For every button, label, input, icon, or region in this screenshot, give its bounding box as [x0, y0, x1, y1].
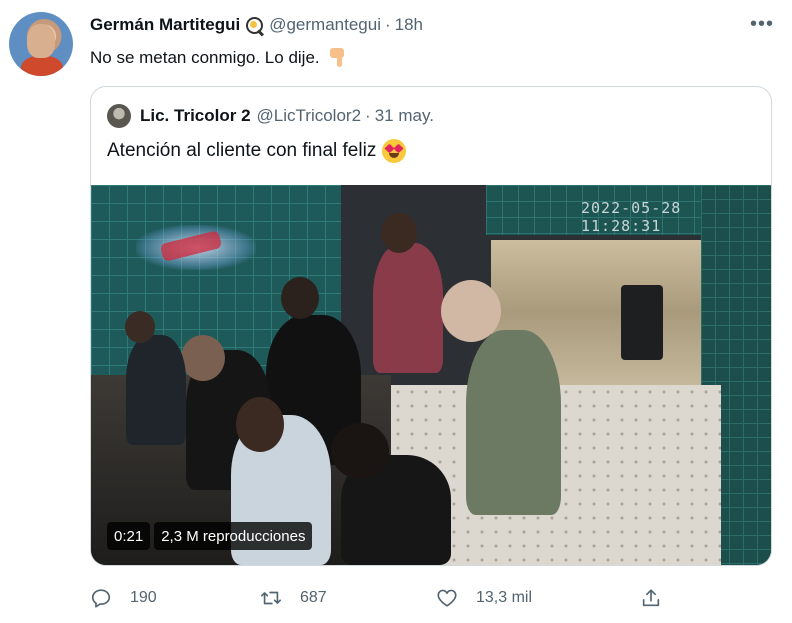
- heart-icon: [437, 589, 457, 607]
- author-avatar[interactable]: [9, 12, 73, 76]
- video-overlay-timestamp: 2022-05-28 11:28:31: [581, 199, 682, 235]
- tweet-header: Germán Martitegui @germantegui · 18h: [90, 13, 423, 37]
- quoted-author-avatar: [107, 104, 131, 128]
- retweet-count: 687: [300, 589, 327, 606]
- heart-eyes-icon: [382, 139, 407, 163]
- like-button[interactable]: 13,3 mil: [436, 584, 532, 612]
- video-badges: 0:21 2,3 M reproducciones: [107, 522, 313, 550]
- tweet-text-body: No se metan conmigo. Lo dije.: [90, 48, 320, 67]
- quoted-tweet-header: Lic. Tricolor 2 @LicTricolor2 · 31 may.: [107, 103, 434, 129]
- more-options-icon[interactable]: •••: [750, 14, 774, 34]
- frying-pan-icon: [245, 16, 265, 37]
- quoted-tweet-text: Atención al cliente con final feliz: [107, 137, 407, 165]
- quoted-tweet[interactable]: Lic. Tricolor 2 @LicTricolor2 · 31 may. …: [90, 86, 772, 566]
- tweet-actions: 190 687 13,3 mil: [90, 584, 690, 612]
- quoted-tweet-text-body: Atención al cliente con final feliz: [107, 140, 377, 161]
- reply-count: 190: [130, 589, 157, 606]
- retweet-icon: [261, 591, 281, 605]
- share-button[interactable]: [640, 584, 680, 612]
- quoted-author-handle: @LicTricolor2: [256, 106, 362, 125]
- quoted-tweet-time: 31 may.: [374, 106, 434, 125]
- quoted-author-name: Lic. Tricolor 2: [140, 106, 251, 125]
- separator-dot: ·: [365, 106, 371, 125]
- retweet-button[interactable]: 687: [260, 584, 327, 612]
- author-handle[interactable]: @germantegui: [269, 15, 381, 35]
- pointing-down-icon: [328, 48, 346, 68]
- like-count: 13,3 mil: [476, 589, 533, 606]
- reply-button[interactable]: 190: [90, 584, 157, 612]
- tweet-text: No se metan conmigo. Lo dije.: [90, 46, 346, 70]
- video-duration: 0:21: [107, 522, 151, 550]
- reply-icon: [91, 589, 111, 608]
- share-icon: [642, 589, 660, 607]
- author-name[interactable]: Germán Martitegui: [90, 15, 240, 35]
- tweet-time[interactable]: 18h: [395, 15, 423, 35]
- separator-dot: ·: [384, 15, 391, 34]
- video-views: 2,3 M reproducciones: [154, 522, 313, 550]
- video-player[interactable]: 2022-05-28 11:28:31 0:21 2,3 M reproducc…: [91, 185, 771, 565]
